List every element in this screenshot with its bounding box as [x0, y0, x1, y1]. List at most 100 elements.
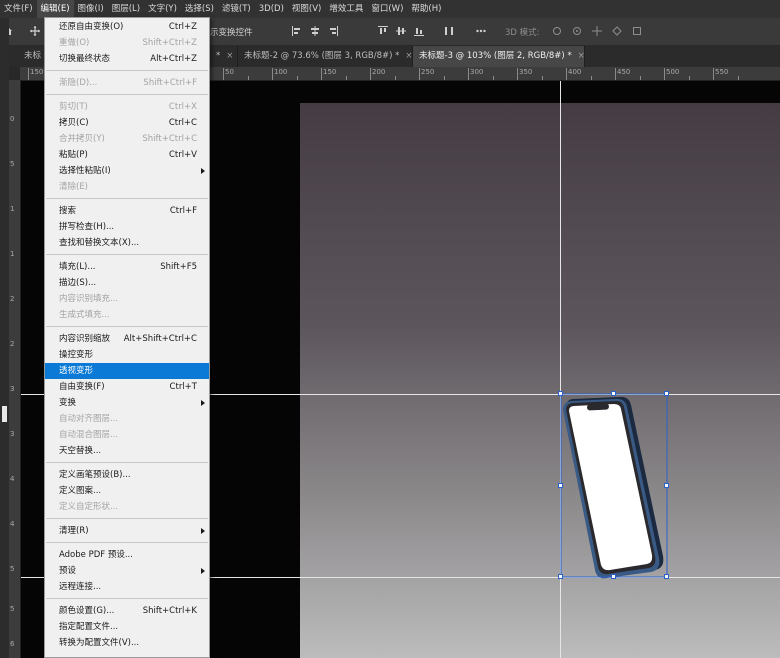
- menu-item-paste[interactable]: 粘贴(P) Ctrl+V: [45, 147, 209, 163]
- menu-layer[interactable]: 图层(L): [108, 0, 144, 18]
- document-canvas[interactable]: [300, 103, 780, 658]
- menu-item-puppet-warp[interactable]: 操控变形: [45, 347, 209, 363]
- move-tool-icon[interactable]: [30, 26, 40, 36]
- align-right-icon[interactable]: [328, 26, 338, 36]
- close-icon[interactable]: ×: [226, 51, 233, 61]
- ruler-tick: [395, 76, 396, 80]
- menu-item-stroke[interactable]: 描边(S)...: [45, 275, 209, 291]
- ellipsis-icon[interactable]: [476, 26, 486, 36]
- align-left-icon[interactable]: [292, 26, 302, 36]
- ruler-tick: [689, 76, 690, 80]
- menu-item-toggle-last-state[interactable]: 切换最终状态 Alt+Ctrl+Z: [45, 51, 209, 67]
- menu-filter[interactable]: 滤镜(T): [218, 0, 255, 18]
- transform-handle-top[interactable]: [611, 391, 616, 396]
- menu-item-presets[interactable]: 预设: [45, 563, 209, 579]
- menu-item-content-aware-scale[interactable]: 内容识别缩放 Alt+Shift+Ctrl+C: [45, 331, 209, 347]
- menu-item-define-pattern[interactable]: 定义图案...: [45, 483, 209, 499]
- menu-item-paste-special[interactable]: 选择性粘贴(I): [45, 163, 209, 179]
- align-middle-icon[interactable]: [396, 26, 406, 36]
- tab-label: 未标题-2 @ 73.6% (图层 3, RGB/8#) *: [244, 51, 400, 61]
- ruler-label: 200: [372, 68, 386, 76]
- menu-item-undo-free-transform[interactable]: 还原自由变换(O) Ctrl+Z: [45, 19, 209, 35]
- menu-item-sky-replacement[interactable]: 天空替换...: [45, 443, 209, 459]
- menu-view[interactable]: 视图(V): [288, 0, 325, 18]
- tab-untitled-2[interactable]: 未标题-2 @ 73.6% (图层 3, RGB/8#) * ×: [238, 46, 413, 67]
- ruler-tick: [493, 76, 494, 80]
- menu-window[interactable]: 窗口(W): [367, 0, 407, 18]
- distribute-icon[interactable]: [444, 26, 454, 36]
- transform-handle-left[interactable]: [558, 483, 563, 488]
- align-top-icon[interactable]: [378, 26, 388, 36]
- 3d-pan-icon[interactable]: [592, 26, 602, 36]
- transform-handle-top-right[interactable]: [664, 391, 669, 396]
- menu-item-assign-profile[interactable]: 指定配置文件...: [45, 619, 209, 635]
- 3d-scale-icon[interactable]: [632, 26, 642, 36]
- tab-untitled-3[interactable]: 未标题-3 @ 103% (图层 2, RGB/8#) * ×: [413, 46, 585, 67]
- menu-select[interactable]: 选择(S): [181, 0, 218, 18]
- phone-mockup-layer[interactable]: [555, 388, 675, 584]
- menu-separator: [46, 326, 208, 327]
- ruler-label: 450: [617, 68, 631, 76]
- menu-edit[interactable]: 编辑(E): [36, 0, 74, 18]
- close-icon[interactable]: ×: [405, 51, 412, 61]
- tab-hidden-part[interactable]: * ×: [210, 46, 238, 67]
- 3d-mode-label: 3D 模式:: [505, 28, 540, 38]
- menu-item-transform[interactable]: 变换: [45, 395, 209, 411]
- menu-item-convert-to-profile[interactable]: 转换为配置文件(V)...: [45, 635, 209, 651]
- transform-handle-bottom[interactable]: [611, 574, 616, 579]
- menu-item-auto-blend-layers[interactable]: 自动混合图层...: [45, 427, 209, 443]
- menu-3d[interactable]: 3D(D): [255, 0, 288, 18]
- ruler-tick: [713, 68, 714, 80]
- align-bottom-icon[interactable]: [414, 26, 424, 36]
- foreground-color-swatch[interactable]: [2, 406, 7, 422]
- menu-item-define-brush-preset[interactable]: 定义画笔预设(B)...: [45, 467, 209, 483]
- transform-handle-bottom-left[interactable]: [558, 574, 563, 579]
- ruler-label: 350: [519, 68, 533, 76]
- menu-item-adobe-pdf-presets[interactable]: Adobe PDF 预设...: [45, 547, 209, 563]
- menu-help[interactable]: 帮助(H): [407, 0, 445, 18]
- ruler-label: 150: [30, 68, 44, 76]
- ruler-tick: [346, 76, 347, 80]
- menu-image[interactable]: 图像(I): [74, 0, 108, 18]
- menu-item-fill[interactable]: 填充(L)... Shift+F5: [45, 259, 209, 275]
- menu-item-remote-connections[interactable]: 远程连接...: [45, 579, 209, 595]
- menu-item-auto-align-layers[interactable]: 自动对齐图层...: [45, 411, 209, 427]
- menu-plugins[interactable]: 增效工具: [325, 0, 367, 18]
- menu-item-color-settings[interactable]: 颜色设置(G)... Shift+Ctrl+K: [45, 603, 209, 619]
- align-center-icon[interactable]: [310, 26, 320, 36]
- menu-item-free-transform[interactable]: 自由变换(F) Ctrl+T: [45, 379, 209, 395]
- menu-item-define-custom-shape[interactable]: 定义自定形状...: [45, 499, 209, 515]
- 3d-slide-icon[interactable]: [612, 26, 622, 36]
- menu-item-copy-merged[interactable]: 合并拷贝(Y) Shift+Ctrl+C: [45, 131, 209, 147]
- menu-item-clear[interactable]: 清除(E): [45, 179, 209, 195]
- ruler-label: 550: [715, 68, 729, 76]
- ruler-label: 3: [10, 385, 15, 393]
- close-icon[interactable]: ×: [578, 51, 585, 61]
- menu-item-perspective-warp[interactable]: 透视变形: [45, 363, 209, 379]
- ruler-tick: [28, 68, 29, 80]
- menu-item-copy[interactable]: 拷贝(C) Ctrl+C: [45, 115, 209, 131]
- menu-item-generative-fill[interactable]: 生成式填充...: [45, 307, 209, 323]
- 3d-roll-icon[interactable]: [572, 26, 582, 36]
- menu-file[interactable]: 文件(F): [0, 0, 37, 18]
- menu-item-purge[interactable]: 清理(R): [45, 523, 209, 539]
- menu-item-fade[interactable]: 渐隐(D)... Shift+Ctrl+F: [45, 75, 209, 91]
- ruler-label: 1: [10, 205, 15, 213]
- 3d-orbit-icon[interactable]: [552, 26, 562, 36]
- transform-handle-bottom-right[interactable]: [664, 574, 669, 579]
- ruler-label: 250: [421, 68, 435, 76]
- menu-bar: 文件(F) 编辑(E) 图像(I) 图层(L) 文字(Y) 选择(S) 滤镜(T…: [0, 0, 780, 18]
- menu-item-spell-check[interactable]: 拼写检查(H)...: [45, 219, 209, 235]
- menu-item-redo[interactable]: 重做(O) Shift+Ctrl+Z: [45, 35, 209, 51]
- menu-item-cut[interactable]: 剪切(T) Ctrl+X: [45, 99, 209, 115]
- menu-item-find-replace-text[interactable]: 查找和替换文本(X)...: [45, 235, 209, 251]
- ruler-tick: [640, 76, 641, 80]
- menu-item-content-aware-fill[interactable]: 内容识别填充...: [45, 291, 209, 307]
- show-transform-controls-label[interactable]: 示变换控件: [210, 26, 253, 38]
- submenu-arrow-icon: [201, 568, 205, 574]
- menu-item-search[interactable]: 搜索 Ctrl+F: [45, 203, 209, 219]
- menu-type[interactable]: 文字(Y): [144, 0, 181, 18]
- ruler-tick: [248, 76, 249, 80]
- transform-handle-right[interactable]: [664, 483, 669, 488]
- transform-handle-top-left[interactable]: [558, 391, 563, 396]
